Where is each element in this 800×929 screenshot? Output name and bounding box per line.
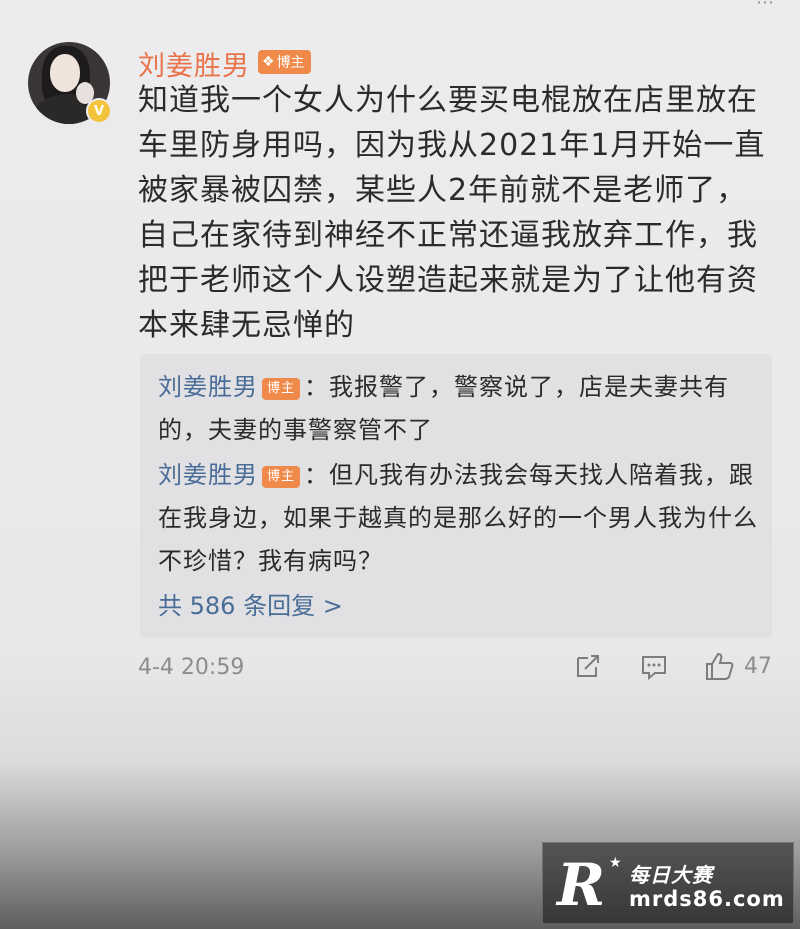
reply-author[interactable]: 刘姜胜男 (158, 461, 258, 489)
reply-author[interactable]: 刘姜胜男 (158, 373, 258, 401)
blogger-badge-label: 博主 (276, 55, 305, 71)
watermark-star-icon: ★ (609, 855, 622, 871)
reply-box: 刘姜胜男 博主 ：我报警了，警察说了，店是夫妻共有的，夫妻的事警察管不了 刘姜胜男博… (140, 354, 772, 638)
post-timestamp: 4-4 20:59 (138, 655, 245, 680)
watermark-logo-icon: R (557, 851, 606, 919)
like-icon[interactable] (704, 650, 736, 682)
top-edge-fragment: ⋯ (756, 0, 774, 13)
weibo-post-screenshot: ⋯ V 刘姜胜男 ❖ 博主 知道我一个女人为什么要买电棍放在店里放在车里防身用吗… (0, 0, 800, 929)
watermark-name: 每日大赛 (629, 863, 713, 887)
badge-shield-icon: ❖ (262, 54, 275, 70)
more-replies-link[interactable]: 共 586 条回复 > (158, 586, 343, 621)
watermark: R ★ 每日大赛 mrds86.com (542, 842, 794, 924)
reply-item[interactable]: 刘姜胜男 博主 ：但凡我有办法我会每天找人陪着我，跟在我身边，如果于越真的是那么好的… (158, 454, 758, 583)
avatar-face (50, 54, 80, 92)
watermark-url: mrds86.com (629, 887, 785, 911)
reply-badge: 博主 (262, 378, 301, 400)
reply-item[interactable]: 刘姜胜男 博主 ：我报警了，警察说了，店是夫妻共有的，夫妻的事警察管不了 (158, 366, 758, 452)
comment-icon[interactable] (640, 654, 668, 680)
verified-icon: V (86, 98, 112, 124)
like-count: 47 (744, 654, 772, 679)
blogger-badge: ❖ 博主 (258, 50, 311, 74)
share-icon[interactable] (574, 652, 602, 680)
reply-badge: 博主 (262, 466, 301, 488)
post-content: 知道我一个女人为什么要买电棍放在店里放在车里防身用吗，因为我从2021年1月开始… (138, 83, 766, 343)
